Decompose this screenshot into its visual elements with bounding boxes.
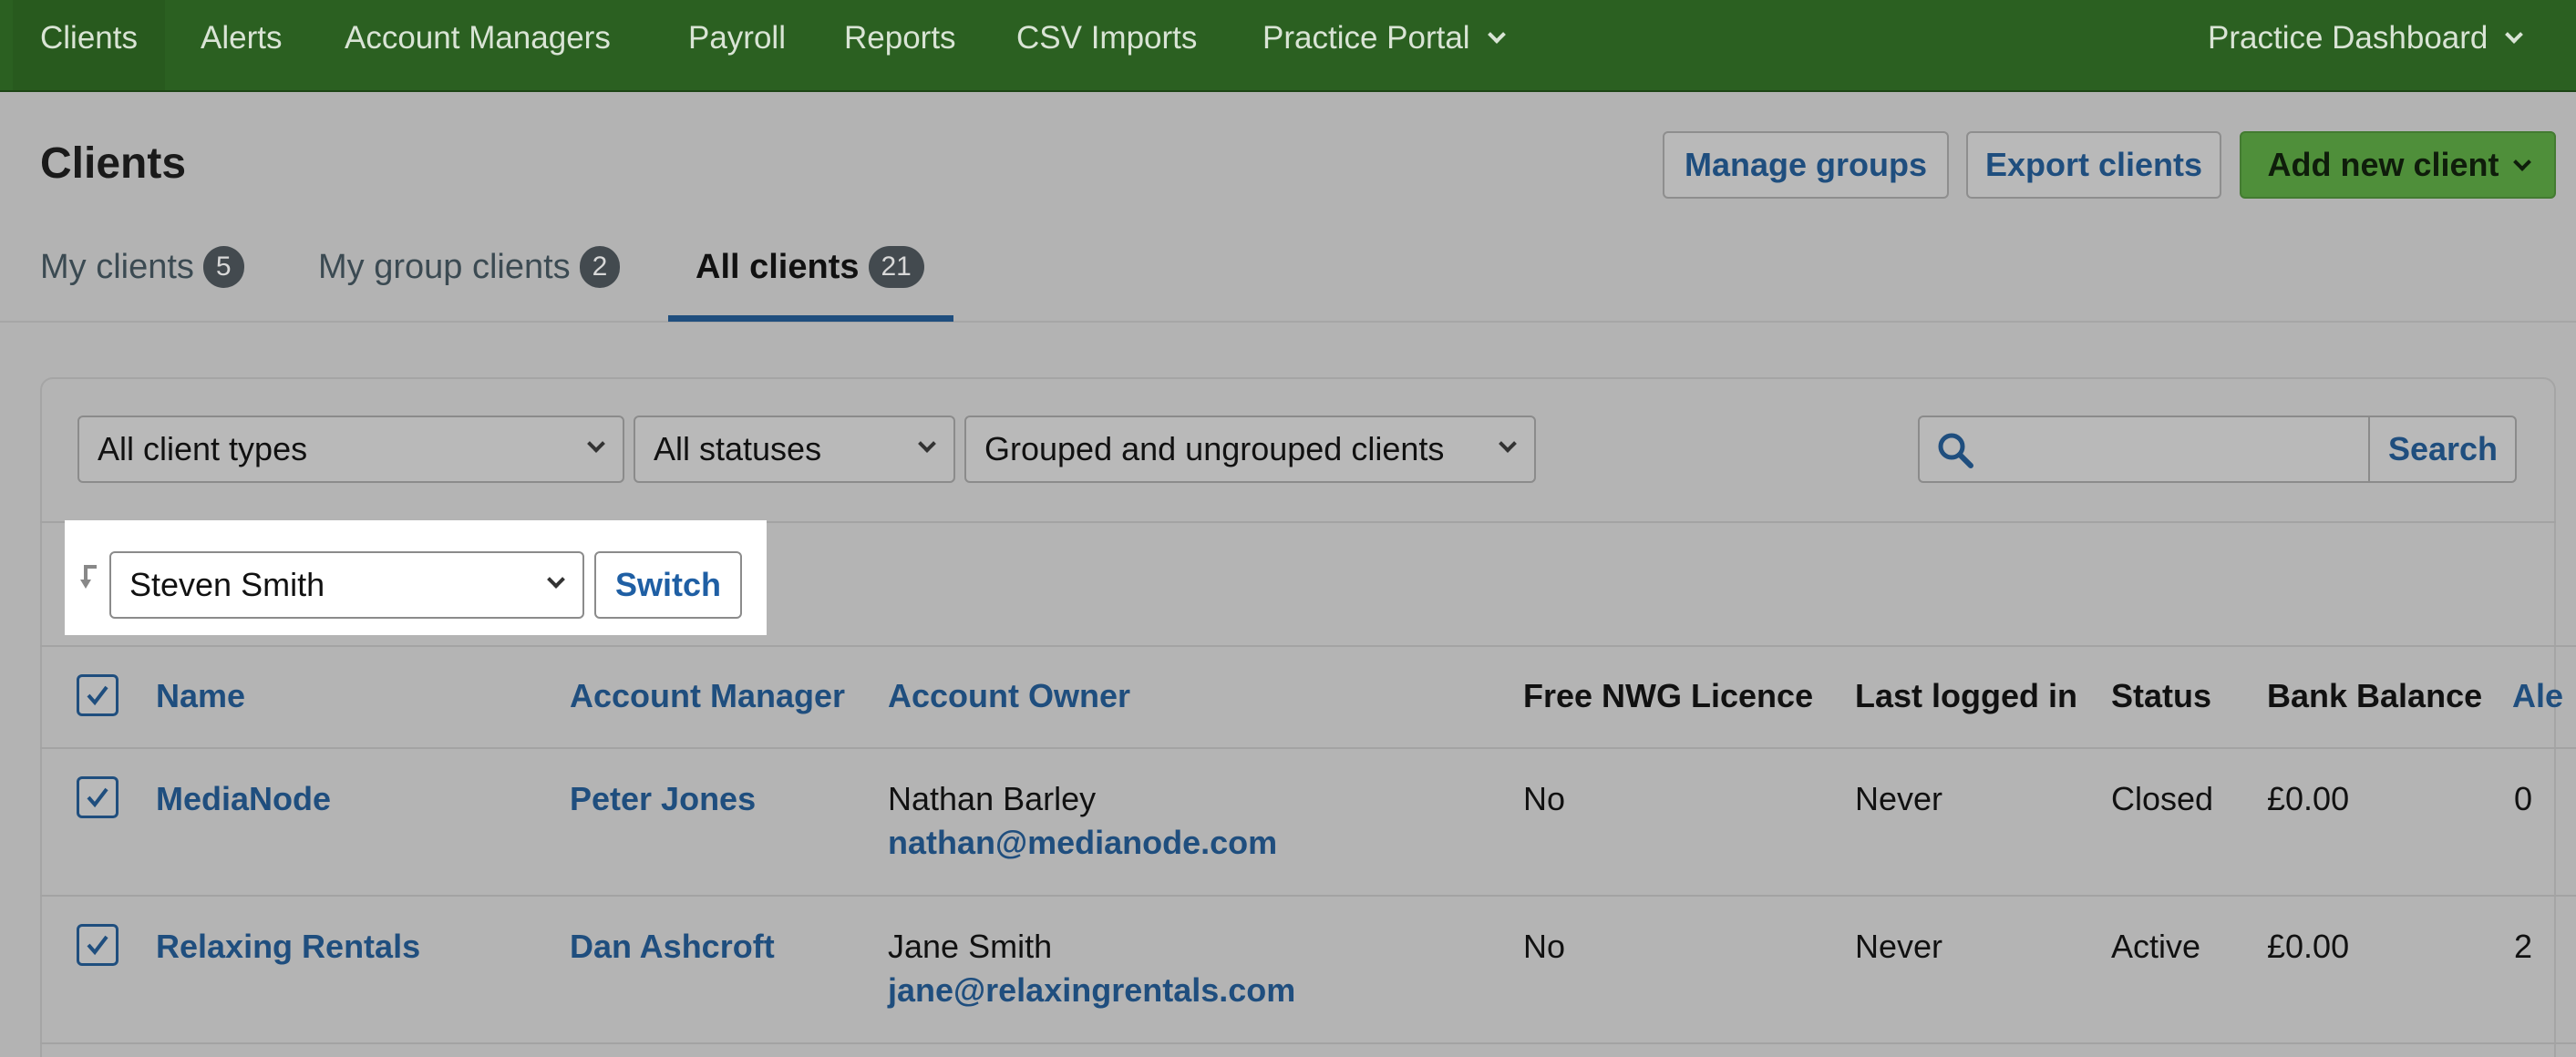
owner-name: Jane Smith (888, 928, 1053, 965)
tab-label: My clients (40, 248, 194, 286)
column-header-free-nwg-licence: Free NWG Licence (1523, 677, 1814, 714)
status-cell: Active (2111, 928, 2201, 965)
chevron-down-icon (2505, 26, 2524, 44)
account-owner-cell: Nathan Barley nathan@medianode.com (888, 780, 1277, 862)
status-cell: Closed (2111, 780, 2214, 817)
client-name-link[interactable]: MediaNode (156, 780, 331, 818)
account-manager-link[interactable]: Dan Ashcroft (570, 928, 775, 966)
nav-item-practice-portal[interactable]: Practice Portal (1262, 0, 1506, 90)
tab-my-group-clients[interactable]: My group clients 2 (318, 246, 621, 288)
column-header-bank-balance: Bank Balance (2267, 677, 2483, 714)
client-type-value: All client types (98, 430, 308, 467)
bank-balance-cell: £0.00 (2267, 780, 2350, 817)
licence-cell: No (1523, 780, 1566, 817)
tab-all-clients[interactable]: All clients 21 (696, 246, 924, 288)
table-divider (40, 895, 2576, 897)
manager-value: Steven Smith (129, 566, 325, 603)
licence-cell: No (1523, 928, 1566, 965)
nav-item-payroll[interactable]: Payroll (688, 0, 786, 90)
add-new-client-button[interactable]: Add new client (2240, 131, 2556, 199)
chevron-down-icon (1487, 26, 1506, 44)
count-badge: 21 (868, 246, 924, 288)
client-name-link[interactable]: Relaxing Rentals (156, 928, 420, 966)
owner-name: Nathan Barley (888, 780, 1097, 817)
export-clients-button[interactable]: Export clients (1966, 131, 2221, 199)
account-owner-cell: Jane Smith jane@relaxingrentals.com (888, 928, 1295, 1010)
tab-label: My group clients (318, 248, 571, 286)
nav-item-alerts[interactable]: Alerts (201, 0, 282, 90)
tab-my-clients[interactable]: My clients 5 (40, 246, 244, 288)
search-icon (1938, 433, 1973, 468)
owner-email-link[interactable]: nathan@medianode.com (888, 824, 1277, 862)
chevron-down-icon (547, 570, 565, 589)
return-arrow-icon (80, 565, 97, 589)
nav-item-practice-dashboard-label: Practice Dashboard (2208, 20, 2488, 56)
tab-label: All clients (696, 248, 860, 286)
chevron-down-icon (1499, 435, 1517, 453)
column-header-alerts[interactable]: Ale (2512, 677, 2563, 715)
column-header-status: Status (2111, 677, 2212, 714)
column-header-name[interactable]: Name (156, 677, 245, 715)
count-badge: 2 (579, 246, 621, 288)
last-login-cell: Never (1855, 780, 1943, 817)
chevron-down-icon (2512, 153, 2531, 171)
bank-balance-cell: £0.00 (2267, 928, 2350, 965)
alerts-cell: 0 (2514, 780, 2533, 817)
add-new-client-label: Add new client (2267, 146, 2499, 183)
grouping-select[interactable]: Grouped and ungrouped clients (964, 416, 1536, 483)
select-all-checkbox[interactable] (77, 674, 118, 716)
top-navigation: Clients Alerts Account Managers Payroll … (0, 0, 2576, 92)
active-tab-indicator (668, 315, 953, 322)
grouping-value: Grouped and ungrouped clients (984, 430, 1445, 467)
alerts-cell: 2 (2514, 928, 2533, 965)
last-login-cell: Never (1855, 928, 1943, 965)
tabs-divider (0, 321, 2576, 323)
row-checkbox[interactable] (77, 776, 118, 818)
chevron-down-icon (918, 435, 936, 453)
checkmark-icon (87, 787, 108, 808)
nav-item-account-managers[interactable]: Account Managers (345, 0, 611, 90)
table-divider (40, 747, 2576, 749)
nav-item-csv-imports[interactable]: CSV Imports (1016, 0, 1197, 90)
owner-email-link[interactable]: jane@relaxingrentals.com (888, 971, 1295, 1010)
nav-item-reports[interactable]: Reports (844, 0, 956, 90)
checkmark-icon (87, 935, 108, 956)
table-divider (40, 1042, 2576, 1044)
count-badge: 5 (202, 246, 244, 288)
manager-select[interactable]: Steven Smith (109, 551, 584, 619)
search-button[interactable]: Search (2370, 416, 2516, 483)
nav-item-practice-dashboard[interactable]: Practice Dashboard (2208, 0, 2524, 90)
page-title: Clients (40, 139, 187, 188)
column-header-last-logged-in: Last logged in (1855, 677, 2078, 714)
account-manager-link[interactable]: Peter Jones (570, 780, 756, 818)
nav-item-clients[interactable]: Clients (13, 0, 165, 90)
row-checkbox[interactable] (77, 924, 118, 966)
checkmark-icon (87, 685, 108, 706)
client-type-select[interactable]: All client types (77, 416, 624, 483)
switch-button[interactable]: Switch (594, 551, 742, 619)
manage-groups-button[interactable]: Manage groups (1663, 131, 1949, 199)
status-select[interactable]: All statuses (634, 416, 955, 483)
column-header-account-owner[interactable]: Account Owner (888, 677, 1130, 715)
status-value: All statuses (654, 430, 822, 467)
table-divider (40, 645, 2576, 647)
column-header-account-manager[interactable]: Account Manager (570, 677, 845, 715)
chevron-down-icon (587, 435, 605, 453)
nav-item-practice-portal-label: Practice Portal (1262, 20, 1470, 56)
